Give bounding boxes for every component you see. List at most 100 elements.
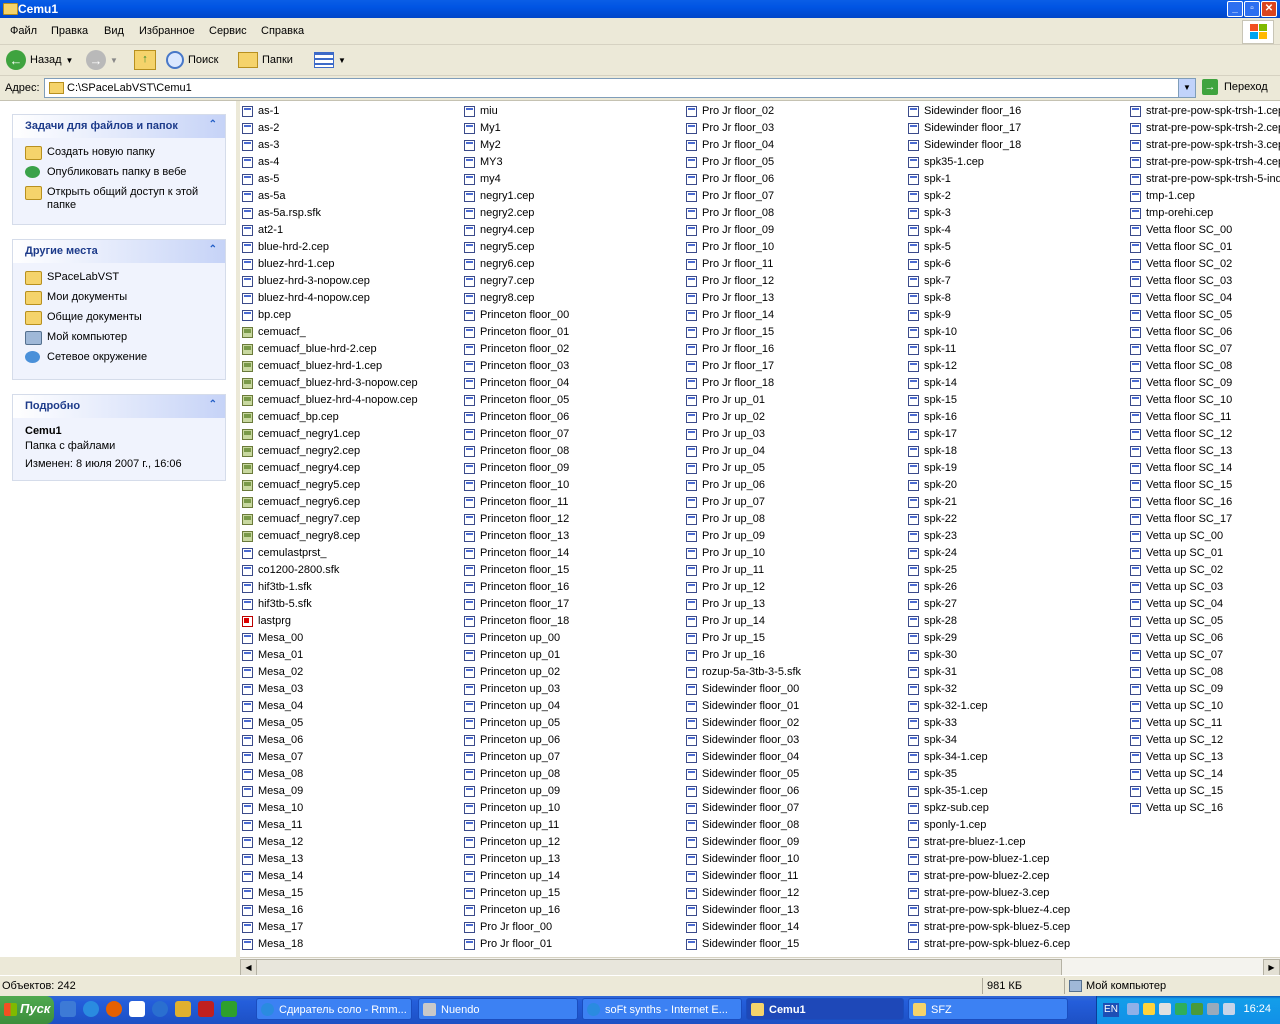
taskbar-button-5[interactable]: SFZ [908,998,1068,1020]
firefox-icon[interactable] [106,1001,122,1017]
file-item[interactable]: spk-8 [906,290,1070,307]
file-item[interactable]: at2-1 [240,222,418,239]
file-item[interactable]: tmp-orehi.cep [1128,205,1280,222]
file-item[interactable]: Princeton floor_15 [462,562,569,579]
file-item[interactable]: bluez-hrd-4-nopow.cep [240,290,418,307]
go-button[interactable]: → Переход [1202,79,1268,95]
scroll-left-button[interactable]: ◀ [240,959,257,976]
file-item[interactable]: Sidewinder floor_13 [684,902,801,919]
file-item[interactable]: blue-hrd-2.cep [240,239,418,256]
search-button[interactable]: Поиск [166,49,218,71]
file-item[interactable]: cemuacf_negry7.cep [240,511,418,528]
file-item[interactable]: Princeton floor_02 [462,341,569,358]
file-item[interactable]: Princeton floor_18 [462,613,569,630]
file-item[interactable]: negry4.cep [462,222,569,239]
file-item[interactable]: Sidewinder floor_07 [684,800,801,817]
file-item[interactable]: Pro Jr floor_05 [684,154,801,171]
file-item[interactable]: Sidewinder floor_11 [684,868,801,885]
collapse-icon[interactable]: ⌃ [209,244,217,255]
file-item[interactable]: cemuacf_blue-hrd-2.cep [240,341,418,358]
clock[interactable]: 16:24 [1243,1003,1271,1015]
file-item[interactable]: Vetta floor SC_06 [1128,324,1280,341]
file-item[interactable]: cemuacf_negry6.cep [240,494,418,511]
file-item[interactable]: spk-3 [906,205,1070,222]
forward-button[interactable]: → ▼ [86,49,118,71]
file-item[interactable]: Mesa_16 [240,902,418,919]
file-item[interactable]: Vetta floor SC_04 [1128,290,1280,307]
file-item[interactable]: Princeton up_09 [462,783,569,800]
internet-explorer-icon[interactable] [83,1001,99,1017]
tray-app-icon[interactable] [1159,1003,1171,1015]
file-item[interactable]: Princeton floor_06 [462,409,569,426]
tray-app-icon[interactable] [1175,1003,1187,1015]
file-item[interactable]: Pro Jr floor_07 [684,188,801,205]
file-item[interactable]: Princeton floor_09 [462,460,569,477]
place-my-computer[interactable]: Мой компьютер [25,331,213,347]
horizontal-scrollbar[interactable]: ◀ ▶ [240,957,1280,976]
file-item[interactable]: strat-pre-pow-bluez-2.cep [906,868,1070,885]
file-item[interactable]: hif3tb-5.sfk [240,596,418,613]
file-item[interactable]: Pro Jr floor_15 [684,324,801,341]
file-item[interactable]: Princeton up_04 [462,698,569,715]
file-item[interactable]: Princeton up_02 [462,664,569,681]
file-item[interactable]: strat-pre-pow-spk-bluez-4.cep [906,902,1070,919]
menu-file[interactable]: Файл [10,25,37,37]
file-item[interactable]: strat-pre-pow-spk-bluez-6.cep [906,936,1070,953]
menu-help[interactable]: Справка [261,25,304,37]
file-item[interactable]: Mesa_01 [240,647,418,664]
file-item[interactable]: negry5.cep [462,239,569,256]
file-item[interactable]: Sidewinder floor_10 [684,851,801,868]
file-item[interactable]: spk-4 [906,222,1070,239]
file-item[interactable]: Pro Jr floor_08 [684,205,801,222]
file-item[interactable]: spk-7 [906,273,1070,290]
file-item[interactable]: Vetta up SC_16 [1128,800,1280,817]
file-item[interactable]: co1200-2800.sfk [240,562,418,579]
details-header[interactable]: Подробно ⌃ [13,395,225,418]
file-item[interactable]: Vetta floor SC_10 [1128,392,1280,409]
file-item[interactable]: Vetta up SC_15 [1128,783,1280,800]
file-item[interactable]: Sidewinder floor_00 [684,681,801,698]
file-item[interactable]: Mesa_10 [240,800,418,817]
file-item[interactable]: Pro Jr floor_18 [684,375,801,392]
file-item[interactable]: Mesa_13 [240,851,418,868]
menu-tools[interactable]: Сервис [209,25,247,37]
file-item[interactable]: Vetta up SC_13 [1128,749,1280,766]
file-item[interactable]: Princeton floor_10 [462,477,569,494]
file-item[interactable]: Princeton floor_12 [462,511,569,528]
file-item[interactable]: spk35-1.cep [906,154,1070,171]
menu-view[interactable]: Вид [104,25,124,37]
file-item[interactable]: Pro Jr up_11 [684,562,801,579]
place-my-documents[interactable]: Мои документы [25,291,213,307]
file-item[interactable]: Pro Jr up_01 [684,392,801,409]
address-input[interactable]: C:\SPaceLabVST\Cemu1 ▼ [44,78,1196,98]
file-item[interactable]: strat-pre-bluez-1.cep [906,834,1070,851]
file-item[interactable]: Princeton up_14 [462,868,569,885]
file-item[interactable]: Sidewinder floor_16 [906,103,1070,120]
file-item[interactable]: Vetta floor SC_13 [1128,443,1280,460]
taskbar-button-3[interactable]: soFt synths - Internet E... [582,998,742,1020]
place-network[interactable]: Сетевое окружение [25,351,213,367]
other-places-header[interactable]: Другие места ⌃ [13,240,225,263]
file-item[interactable]: my4 [462,171,569,188]
file-item[interactable]: negry8.cep [462,290,569,307]
file-item[interactable]: spk-18 [906,443,1070,460]
show-desktop-icon[interactable] [60,1001,76,1017]
file-item[interactable]: Pro Jr up_14 [684,613,801,630]
tray-app-icon[interactable] [1191,1003,1203,1015]
file-item[interactable]: Princeton floor_16 [462,579,569,596]
file-item[interactable]: Mesa_17 [240,919,418,936]
file-item[interactable]: spk-24 [906,545,1070,562]
file-item[interactable]: miu [462,103,569,120]
file-item[interactable]: strat-pre-pow-bluez-1.cep [906,851,1070,868]
file-item[interactable]: Princeton floor_07 [462,426,569,443]
taskbar-button-4[interactable]: Cemu1 [746,998,904,1020]
checkmark-app-icon[interactable] [221,1001,237,1017]
maximize-button[interactable]: ▫ [1244,1,1260,17]
file-item[interactable]: spk-15 [906,392,1070,409]
file-item[interactable]: Vetta floor SC_03 [1128,273,1280,290]
file-item[interactable]: Sidewinder floor_03 [684,732,801,749]
file-item[interactable]: Vetta floor SC_08 [1128,358,1280,375]
file-item[interactable]: negry6.cep [462,256,569,273]
file-item[interactable]: Vetta floor SC_07 [1128,341,1280,358]
file-item[interactable]: Princeton up_05 [462,715,569,732]
